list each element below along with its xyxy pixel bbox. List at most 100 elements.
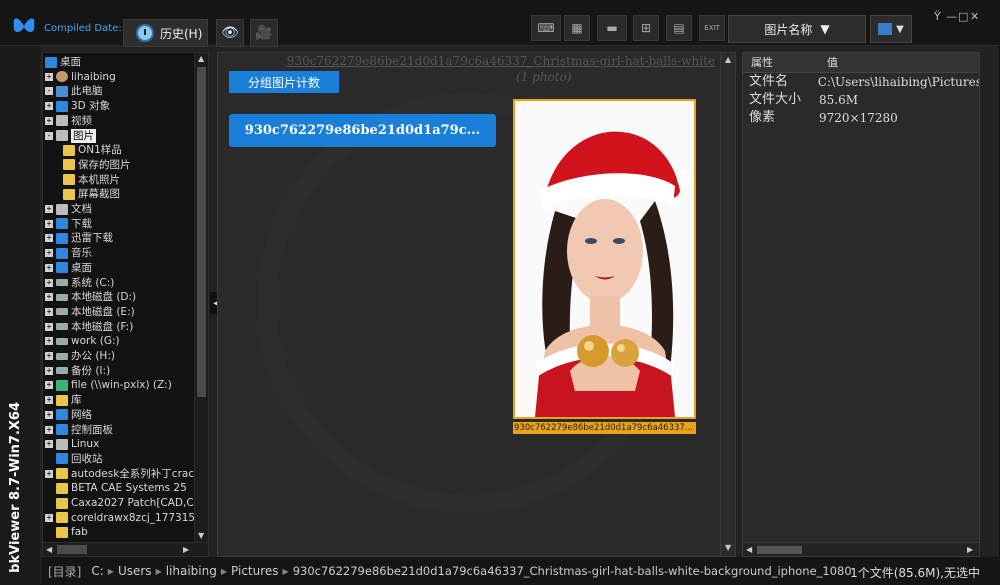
- scroll-right-icon[interactable]: ▶: [183, 545, 189, 554]
- exit-button[interactable]: EXIT: [699, 15, 725, 41]
- expand-icon[interactable]: +: [45, 205, 53, 213]
- scroll-up-icon[interactable]: ▲: [725, 55, 731, 64]
- breadcrumb-item[interactable]: Users: [118, 564, 152, 578]
- tree-item[interactable]: + 文档: [45, 202, 92, 216]
- expand-icon[interactable]: +: [45, 249, 53, 258]
- scroll-left-icon[interactable]: ◀: [746, 545, 752, 554]
- tree-item[interactable]: + work (G:): [45, 334, 120, 348]
- view-grid-large-button[interactable]: ⊞: [633, 15, 659, 41]
- minimize-icon[interactable]: —: [946, 10, 957, 23]
- photo-thumbnail[interactable]: [513, 99, 696, 419]
- maximize-icon[interactable]: □: [958, 10, 968, 23]
- tree-item[interactable]: Caxa2027 Patch[CAD,CAP: [45, 496, 195, 510]
- expand-icon[interactable]: +: [45, 219, 53, 228]
- slider-icon: ▬: [606, 21, 618, 35]
- tree-item[interactable]: + coreldrawx8zcj_177315: [45, 511, 195, 525]
- tree-item[interactable]: + 本地磁盘 (F:): [45, 320, 133, 334]
- collapse-icon[interactable]: -: [45, 87, 53, 96]
- history-button[interactable]: 历史(H): [123, 19, 208, 47]
- expand-icon[interactable]: +: [45, 352, 53, 360]
- tree-item[interactable]: + 本地磁盘 (E:): [45, 305, 135, 319]
- breadcrumb-item[interactable]: 930c762279e86be21d0d1a79c6a46337_Christm…: [293, 564, 852, 578]
- collapse-icon[interactable]: -: [45, 131, 53, 140]
- scroll-down-icon[interactable]: ▼: [198, 531, 204, 540]
- tree-item[interactable]: + 系统 (C:): [45, 276, 114, 290]
- tree-item[interactable]: 屏幕截图: [63, 187, 120, 201]
- group-name-button[interactable]: 930c762279e86be21d0d1a79c...: [229, 114, 496, 147]
- tree-item[interactable]: + 迅雷下载: [45, 231, 113, 245]
- tree-item[interactable]: + 办公 (H:): [45, 349, 115, 363]
- scroll-left-icon[interactable]: ◀: [46, 545, 52, 554]
- tree-item[interactable]: + 音乐: [45, 246, 92, 260]
- breadcrumb-item[interactable]: Pictures: [231, 564, 279, 578]
- folder-tree[interactable]: 桌面 + lihaibing - 此电脑 +3D 对象 + 视频 - 图片 ON1样品 保存的图片 本机…: [42, 52, 209, 557]
- tree-item[interactable]: + 桌面: [45, 261, 92, 275]
- eye-view-button[interactable]: 👁: [216, 19, 244, 47]
- properties-horizontal-scrollbar[interactable]: ◀ ▶: [743, 542, 979, 556]
- expand-icon[interactable]: +: [45, 278, 53, 287]
- tree-item[interactable]: BETA CAE Systems 25: [45, 481, 187, 495]
- tree-item[interactable]: ON1样品: [63, 143, 122, 157]
- tree-item[interactable]: 本机照片: [63, 173, 120, 187]
- catalog-label[interactable]: [目录]: [48, 563, 81, 580]
- tree-vertical-scrollbar[interactable]: ▲ ▼: [194, 53, 208, 543]
- expand-icon[interactable]: +: [45, 337, 53, 346]
- pin-icon[interactable]: Ÿ: [934, 10, 941, 23]
- expand-icon[interactable]: +: [45, 381, 53, 390]
- expand-icon[interactable]: +: [45, 440, 53, 449]
- expand-icon[interactable]: +: [45, 469, 53, 478]
- tree-item[interactable]: + file (\\win-pxlx) (Z:): [45, 378, 172, 392]
- tree-item[interactable]: + 视频: [45, 114, 92, 128]
- thumbnail-vertical-scrollbar[interactable]: ▲ ▼: [720, 53, 735, 556]
- thumb-size-slider[interactable]: ▬: [597, 15, 627, 41]
- sort-dropdown[interactable]: 图片名称 ▼: [728, 15, 866, 43]
- expand-icon[interactable]: +: [45, 307, 53, 316]
- column-header-value[interactable]: 值: [819, 53, 838, 72]
- tree-hscroll-thumb[interactable]: [57, 545, 87, 554]
- column-header-property[interactable]: 属性: [743, 53, 819, 72]
- tree-horizontal-scrollbar[interactable]: ◀ ▶: [43, 542, 208, 556]
- desktop-icon: [56, 262, 68, 274]
- breadcrumb-item[interactable]: C:: [91, 564, 103, 578]
- tree-item[interactable]: 保存的图片: [63, 158, 131, 172]
- view-grid-small-button[interactable]: ▦: [564, 15, 590, 41]
- expand-icon[interactable]: +: [45, 322, 53, 331]
- expand-icon[interactable]: +: [45, 513, 53, 522]
- scroll-right-icon[interactable]: ▶: [967, 545, 973, 554]
- properties-hscroll-thumb[interactable]: [757, 546, 802, 554]
- expand-icon[interactable]: +: [45, 425, 53, 434]
- video-button[interactable]: 🎥: [250, 19, 278, 47]
- expand-icon[interactable]: +: [45, 410, 53, 419]
- tree-item[interactable]: 桌面: [45, 55, 81, 69]
- expand-icon[interactable]: +: [45, 234, 53, 243]
- expand-icon[interactable]: +: [45, 72, 53, 81]
- expand-icon[interactable]: +: [45, 396, 53, 405]
- tree-item[interactable]: + lihaibing: [45, 70, 116, 84]
- tree-item[interactable]: + 库: [45, 393, 82, 407]
- expand-icon[interactable]: +: [45, 263, 53, 272]
- close-icon[interactable]: ✕: [970, 10, 979, 23]
- tree-item[interactable]: + autodesk全系列补丁crack: [45, 467, 195, 481]
- expand-icon[interactable]: +: [45, 366, 53, 375]
- tree-item[interactable]: + Linux: [45, 437, 99, 451]
- breadcrumb-item[interactable]: lihaibing: [166, 564, 217, 578]
- tree-item[interactable]: - 图片: [45, 128, 96, 143]
- expand-icon[interactable]: +: [45, 116, 53, 125]
- tree-item[interactable]: + 备份 (I:): [45, 364, 110, 378]
- tree-item[interactable]: + 控制面板: [45, 423, 113, 437]
- scroll-up-icon[interactable]: ▲: [198, 54, 204, 63]
- view-list-button[interactable]: ▤: [666, 15, 692, 41]
- expand-icon[interactable]: +: [45, 293, 53, 302]
- view-keyboard-button[interactable]: ⌨: [531, 15, 561, 41]
- tree-item[interactable]: 回收站: [45, 452, 103, 466]
- tree-item[interactable]: fab: [45, 525, 88, 539]
- tree-item[interactable]: + 网络: [45, 408, 92, 422]
- tree-item[interactable]: + 下载: [45, 217, 92, 231]
- tree-scroll-thumb[interactable]: [197, 67, 206, 397]
- scroll-down-icon[interactable]: ▼: [725, 543, 731, 552]
- tree-item[interactable]: +3D 对象: [45, 99, 110, 113]
- tree-item[interactable]: + 本地磁盘 (D:): [45, 290, 136, 304]
- expand-icon[interactable]: +: [45, 102, 53, 111]
- tree-item[interactable]: - 此电脑: [45, 84, 103, 98]
- thumb-layout-dropdown[interactable]: ▼: [870, 15, 912, 43]
